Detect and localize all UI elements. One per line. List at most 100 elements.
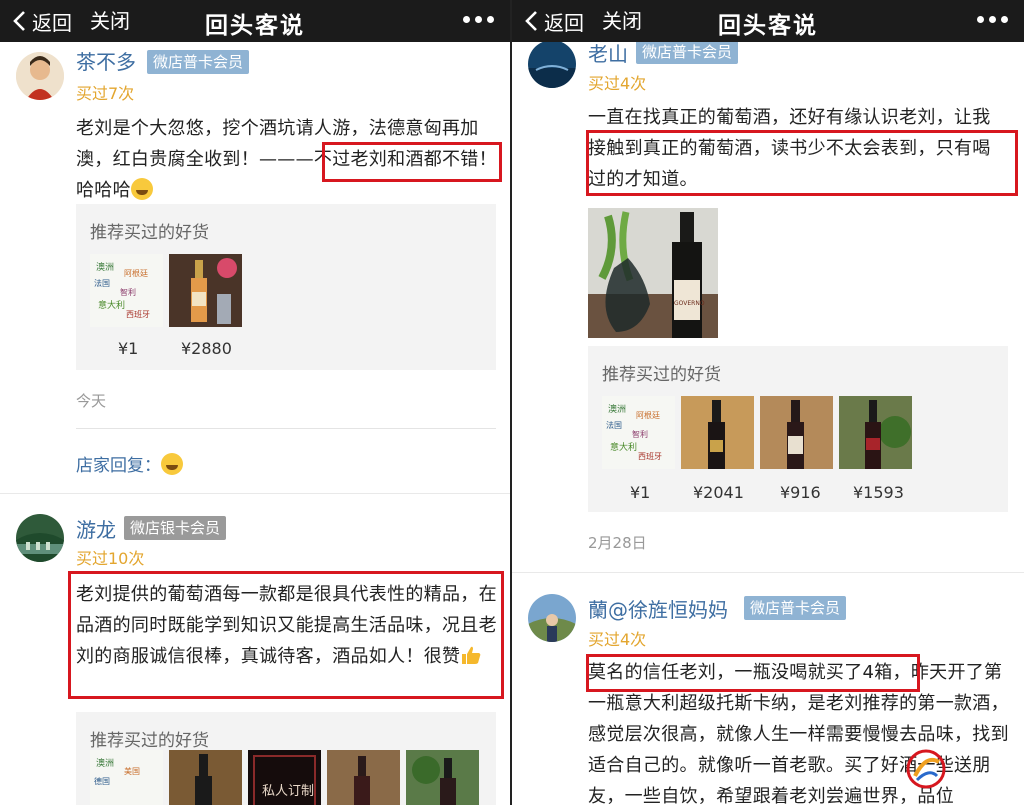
user-name[interactable]: 蘭@徐旌恒妈妈 — [588, 594, 728, 623]
close-button[interactable]: 关闭 — [602, 7, 642, 35]
divider — [76, 428, 496, 429]
chevron-left-icon — [13, 11, 25, 31]
more-options-icon[interactable] — [977, 16, 1008, 23]
bottle-label-text: GOVERNO — [674, 300, 705, 307]
highlighted-text: 不过老刘和酒都不错 — [313, 149, 479, 170]
more-options-icon[interactable] — [463, 16, 494, 23]
product-price: ¥2041 — [693, 483, 744, 502]
cloud-word: 澳洲 — [96, 263, 115, 273]
user-name[interactable]: 老山 — [588, 38, 628, 67]
cloud-word: 德国 — [94, 777, 110, 786]
product-thumbnail[interactable] — [327, 750, 400, 805]
cloud-word: 澳洲 — [608, 405, 627, 415]
product-thumbnail[interactable] — [406, 750, 479, 805]
back-button[interactable]: 返回 — [524, 7, 584, 35]
product-price: ¥916 — [780, 483, 821, 502]
product-thumbnail[interactable]: 私人订制 — [248, 750, 321, 805]
landscape-avatar-icon — [16, 514, 64, 562]
wine-bottle-icon — [169, 254, 242, 327]
user-name[interactable]: 游龙 — [76, 514, 116, 543]
chevron-left-icon — [525, 11, 537, 31]
photo-avatar-icon — [528, 594, 576, 642]
cloud-word: 美国 — [124, 767, 140, 776]
wine-photo-icon — [588, 208, 718, 338]
recommended-goods[interactable]: 推荐买过的好货 澳洲 阿根廷 法国 智利 意大利 西班牙 ¥1 ¥2041 ¥9… — [588, 346, 1008, 512]
comment-date: 今天 — [76, 392, 107, 410]
page-title: 回头客说 — [205, 13, 305, 39]
user-name[interactable]: 茶不多 — [76, 46, 136, 75]
wine-bottle-icon — [327, 750, 400, 805]
avatar[interactable] — [16, 514, 64, 562]
cloud-word: 法国 — [94, 279, 110, 288]
avatar[interactable] — [528, 594, 576, 642]
left-screenshot-panel: 返回 关闭 回头客说 茶不多 微店普卡会员 买过7次 老刘是个大忽悠，挖个酒坑请… — [0, 0, 512, 805]
page-title: 回头客说 — [718, 13, 818, 39]
avatar[interactable] — [528, 40, 576, 88]
close-button[interactable]: 关闭 — [90, 7, 130, 35]
highlighted-text: 莫名的信任老刘，一瓶没喝就买了4箱， — [588, 662, 911, 683]
divider — [512, 572, 1024, 573]
product-price: ¥2880 — [181, 339, 232, 358]
member-badge: 微店银卡会员 — [124, 516, 227, 540]
recommended-goods[interactable]: 推荐买过的好货 澳洲 阿根廷 法国 智利 意大利 西班牙 ¥1 ¥2880 — [76, 204, 496, 370]
wine-bottle-icon — [681, 396, 754, 469]
recommended-goods[interactable]: 推荐买过的好货 澳洲 美国 德国 私人订制 — [76, 712, 496, 805]
member-badge: 微店普卡会员 — [744, 596, 847, 620]
shop-reply: 店家回复： — [76, 451, 183, 476]
highlighted-text: 接触到真正的葡萄酒，读书少不太会表到，只有喝 — [588, 138, 991, 159]
back-label: 返回 — [544, 10, 584, 35]
cartoon-avatar-icon — [16, 52, 64, 100]
cloud-word: 西班牙 — [126, 310, 150, 319]
comment-photo[interactable]: GOVERNO — [588, 208, 718, 338]
cloud-word: 西班牙 — [638, 452, 662, 461]
product-thumbnail[interactable]: 澳洲 阿根廷 法国 智利 意大利 西班牙 — [602, 396, 675, 469]
highlighted-text: 过的才知道。 — [588, 169, 698, 190]
poster-text: 私人订制 — [262, 784, 315, 799]
product-thumbnail[interactable] — [169, 750, 242, 805]
product-thumbnail[interactable] — [681, 396, 754, 469]
thumbs-up-emoji-icon — [462, 646, 481, 664]
comment-text: 老刘提供的葡萄酒每一款都是很具代表性的精品，在品酒的同时既能学到知识又能提高生活… — [76, 579, 500, 672]
divider — [0, 493, 510, 494]
product-price: ¥1 — [630, 483, 651, 502]
wine-bottle-icon — [169, 750, 242, 805]
recommended-title: 推荐买过的好货 — [90, 731, 209, 751]
wine-bottle-icon — [839, 396, 912, 469]
back-button[interactable]: 返回 — [12, 7, 72, 35]
product-thumbnail[interactable] — [760, 396, 833, 469]
member-badge: 微店普卡会员 — [147, 50, 250, 74]
product-price: ¥1 — [118, 339, 139, 358]
product-price: ¥1593 — [853, 483, 904, 502]
top-nav-bar: 返回 关闭 回头客说 — [512, 0, 1024, 42]
purchase-count: 买过10次 — [76, 549, 145, 568]
wine-bottle-icon — [406, 750, 479, 805]
product-thumbnail[interactable] — [839, 396, 912, 469]
purchase-count: 买过7次 — [76, 84, 135, 103]
cloud-word: 澳洲 — [96, 759, 115, 769]
comment-text-line: 一直在找真正的葡萄酒，还好有缘认识老刘，让我 — [588, 107, 991, 128]
product-thumbnail[interactable] — [169, 254, 242, 327]
comment-text: 老刘是个大忽悠，挖个酒坑请人游，法德意匈再加澳，红白贵腐全收到！———不过老刘和… — [76, 113, 500, 206]
cloud-word: 智利 — [120, 288, 136, 297]
cloud-word: 意大利 — [98, 301, 126, 311]
tears-of-joy-emoji-icon — [161, 453, 183, 475]
watermark-logo-icon — [906, 749, 946, 789]
cloud-word: 智利 — [632, 430, 648, 439]
shop-reply-label: 店家回复： — [76, 456, 161, 476]
cloud-word: 阿根廷 — [636, 411, 660, 420]
recommended-title: 推荐买过的好货 — [602, 365, 721, 385]
avatar[interactable] — [16, 52, 64, 100]
highlighted-text: 老刘提供的葡萄酒每一款都是很具代表性的精品，在品酒的同时既能学到知识又能提高生活… — [76, 584, 497, 667]
member-badge: 微店普卡会员 — [636, 40, 739, 64]
ocean-avatar-icon — [528, 40, 576, 88]
top-nav-bar: 返回 关闭 回头客说 — [0, 0, 510, 42]
back-label: 返回 — [32, 10, 72, 35]
purchase-count: 买过4次 — [588, 630, 647, 649]
comment-text: 莫名的信任老刘，一瓶没喝就买了4箱，昨天开了第一瓶意大利超级托斯卡纳，是老刘推荐… — [588, 657, 1018, 805]
right-screenshot-panel: 返回 关闭 回头客说 老山 微店普卡会员 买过4次 一直在找真正的葡萄酒，还好有… — [512, 0, 1024, 805]
laughing-emoji-icon — [130, 178, 153, 200]
product-thumbnail[interactable]: 澳洲 美国 德国 — [90, 750, 163, 805]
recommended-title: 推荐买过的好货 — [90, 223, 209, 243]
purchase-count: 买过4次 — [588, 74, 647, 93]
product-thumbnail[interactable]: 澳洲 阿根廷 法国 智利 意大利 西班牙 — [90, 254, 163, 327]
